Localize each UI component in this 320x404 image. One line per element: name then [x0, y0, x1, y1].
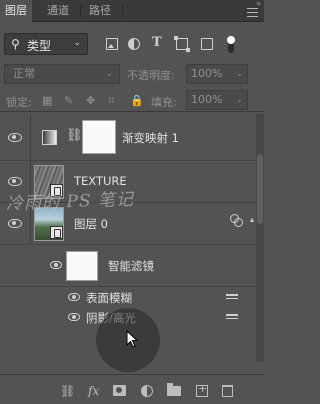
layer-filter-row: ⚲ 类型 ⌄ T	[0, 30, 264, 58]
opacity-value: 100%	[191, 67, 223, 80]
shape-filter-icon[interactable]	[174, 36, 190, 52]
smart-filter-indicator-icon[interactable]	[230, 214, 243, 227]
tab-paths[interactable]: 路径	[84, 0, 116, 22]
lock-artboard-icon[interactable]: ⌗	[108, 94, 114, 108]
scrollbar-thumb[interactable]	[257, 154, 263, 224]
tab-channels[interactable]: 通道	[42, 0, 74, 22]
tab-divider	[80, 5, 81, 17]
visibility-eye-icon[interactable]	[8, 133, 22, 142]
layer-style-fx-icon[interactable]: fx	[88, 384, 99, 398]
smart-filter-mask-thumbnail[interactable]	[66, 251, 98, 281]
smart-filter-item[interactable]: 表面模糊	[0, 287, 256, 307]
fill-label: 填充:	[151, 96, 177, 109]
fill-field[interactable]: 100% ⌄	[186, 90, 248, 110]
chevron-down-icon: ⌄	[105, 69, 113, 79]
lock-pixels-icon[interactable]: ✎	[64, 94, 73, 107]
link-chain-icon[interactable]: ⛓	[66, 128, 83, 143]
visibility-eye-icon[interactable]	[68, 313, 80, 321]
filter-options-icon[interactable]	[226, 294, 238, 302]
filter-kind-label: 类型	[27, 39, 52, 53]
new-layer-icon[interactable]	[196, 382, 208, 397]
layers-bottom-toolbar: ⛓ fx	[0, 374, 264, 404]
blend-mode-value: 正常	[13, 67, 35, 80]
collapse-icon[interactable]: »	[256, 0, 261, 8]
opacity-field[interactable]: 100% ⌄	[186, 64, 248, 84]
visibility-eye-icon[interactable]	[8, 219, 22, 228]
search-icon: ⚲	[11, 37, 20, 51]
image-filter-icon[interactable]	[106, 38, 118, 50]
opacity-label: 不透明度:	[127, 69, 175, 82]
delete-trash-icon[interactable]	[222, 385, 233, 397]
chevron-down-icon[interactable]: ▴	[250, 215, 254, 224]
layers-scrollbar[interactable]	[256, 114, 264, 362]
smart-filter-name: 表面模糊	[86, 291, 132, 305]
smart-object-badge-icon	[50, 226, 63, 239]
smart-filters-label: 智能滤镜	[108, 259, 154, 273]
smart-filters-row[interactable]: 智能滤镜	[0, 245, 256, 287]
row-divider	[30, 114, 31, 161]
panel-menu-icon[interactable]	[247, 8, 258, 17]
adjustment-filter-icon[interactable]	[128, 38, 140, 50]
chevron-down-icon: ⌄	[236, 69, 243, 78]
visibility-eye-icon[interactable]	[50, 261, 62, 269]
filter-options-icon[interactable]	[226, 314, 238, 322]
link-layers-icon[interactable]: ⛓	[60, 384, 75, 398]
filter-toggle-switch[interactable]	[227, 36, 235, 53]
blend-row: 正常 ⌄ 不透明度: 100% ⌄	[0, 62, 264, 86]
lock-transparency-icon[interactable]: ▦	[42, 94, 52, 107]
add-mask-icon[interactable]	[113, 385, 126, 396]
smart-object-filter-icon[interactable]	[201, 38, 213, 50]
layer-row-gradient-map[interactable]: ⛓ 渐变映射 1	[0, 114, 256, 161]
layer-name[interactable]: 渐变映射 1	[122, 130, 179, 146]
fill-value: 100%	[191, 93, 223, 106]
blend-mode-select[interactable]: 正常 ⌄	[4, 64, 120, 84]
lock-row: 锁定: ▦ ✎ ✥ ⌗ 🔒 填充: 100% ⌄	[0, 90, 264, 112]
lock-position-icon[interactable]: ✥	[86, 94, 95, 107]
chevron-down-icon: ⌄	[236, 95, 243, 104]
filter-kind-select[interactable]: ⚲ 类型 ⌄	[4, 33, 88, 55]
panel-tab-bar: 图层 通道 路径 »	[0, 0, 264, 22]
lock-label: 锁定:	[6, 96, 32, 109]
gradient-map-icon	[42, 130, 57, 145]
new-group-folder-icon[interactable]	[167, 383, 181, 396]
type-filter-icon[interactable]: T	[152, 35, 164, 50]
visibility-eye-icon[interactable]	[8, 177, 22, 186]
adjustment-layer-icon[interactable]	[141, 385, 153, 397]
layer-name[interactable]: 图层 0	[74, 216, 108, 232]
watermark: 冷雨的 PS 笔记	[5, 189, 135, 215]
layer-mask-thumbnail[interactable]	[82, 120, 116, 154]
visibility-eye-icon[interactable]	[68, 293, 80, 301]
chevron-down-icon: ⌄	[73, 38, 81, 48]
tab-layers[interactable]: 图层	[0, 0, 32, 22]
tab-divider	[122, 5, 123, 17]
lock-all-icon[interactable]: 🔒	[130, 94, 144, 107]
mouse-cursor-icon	[126, 330, 138, 348]
